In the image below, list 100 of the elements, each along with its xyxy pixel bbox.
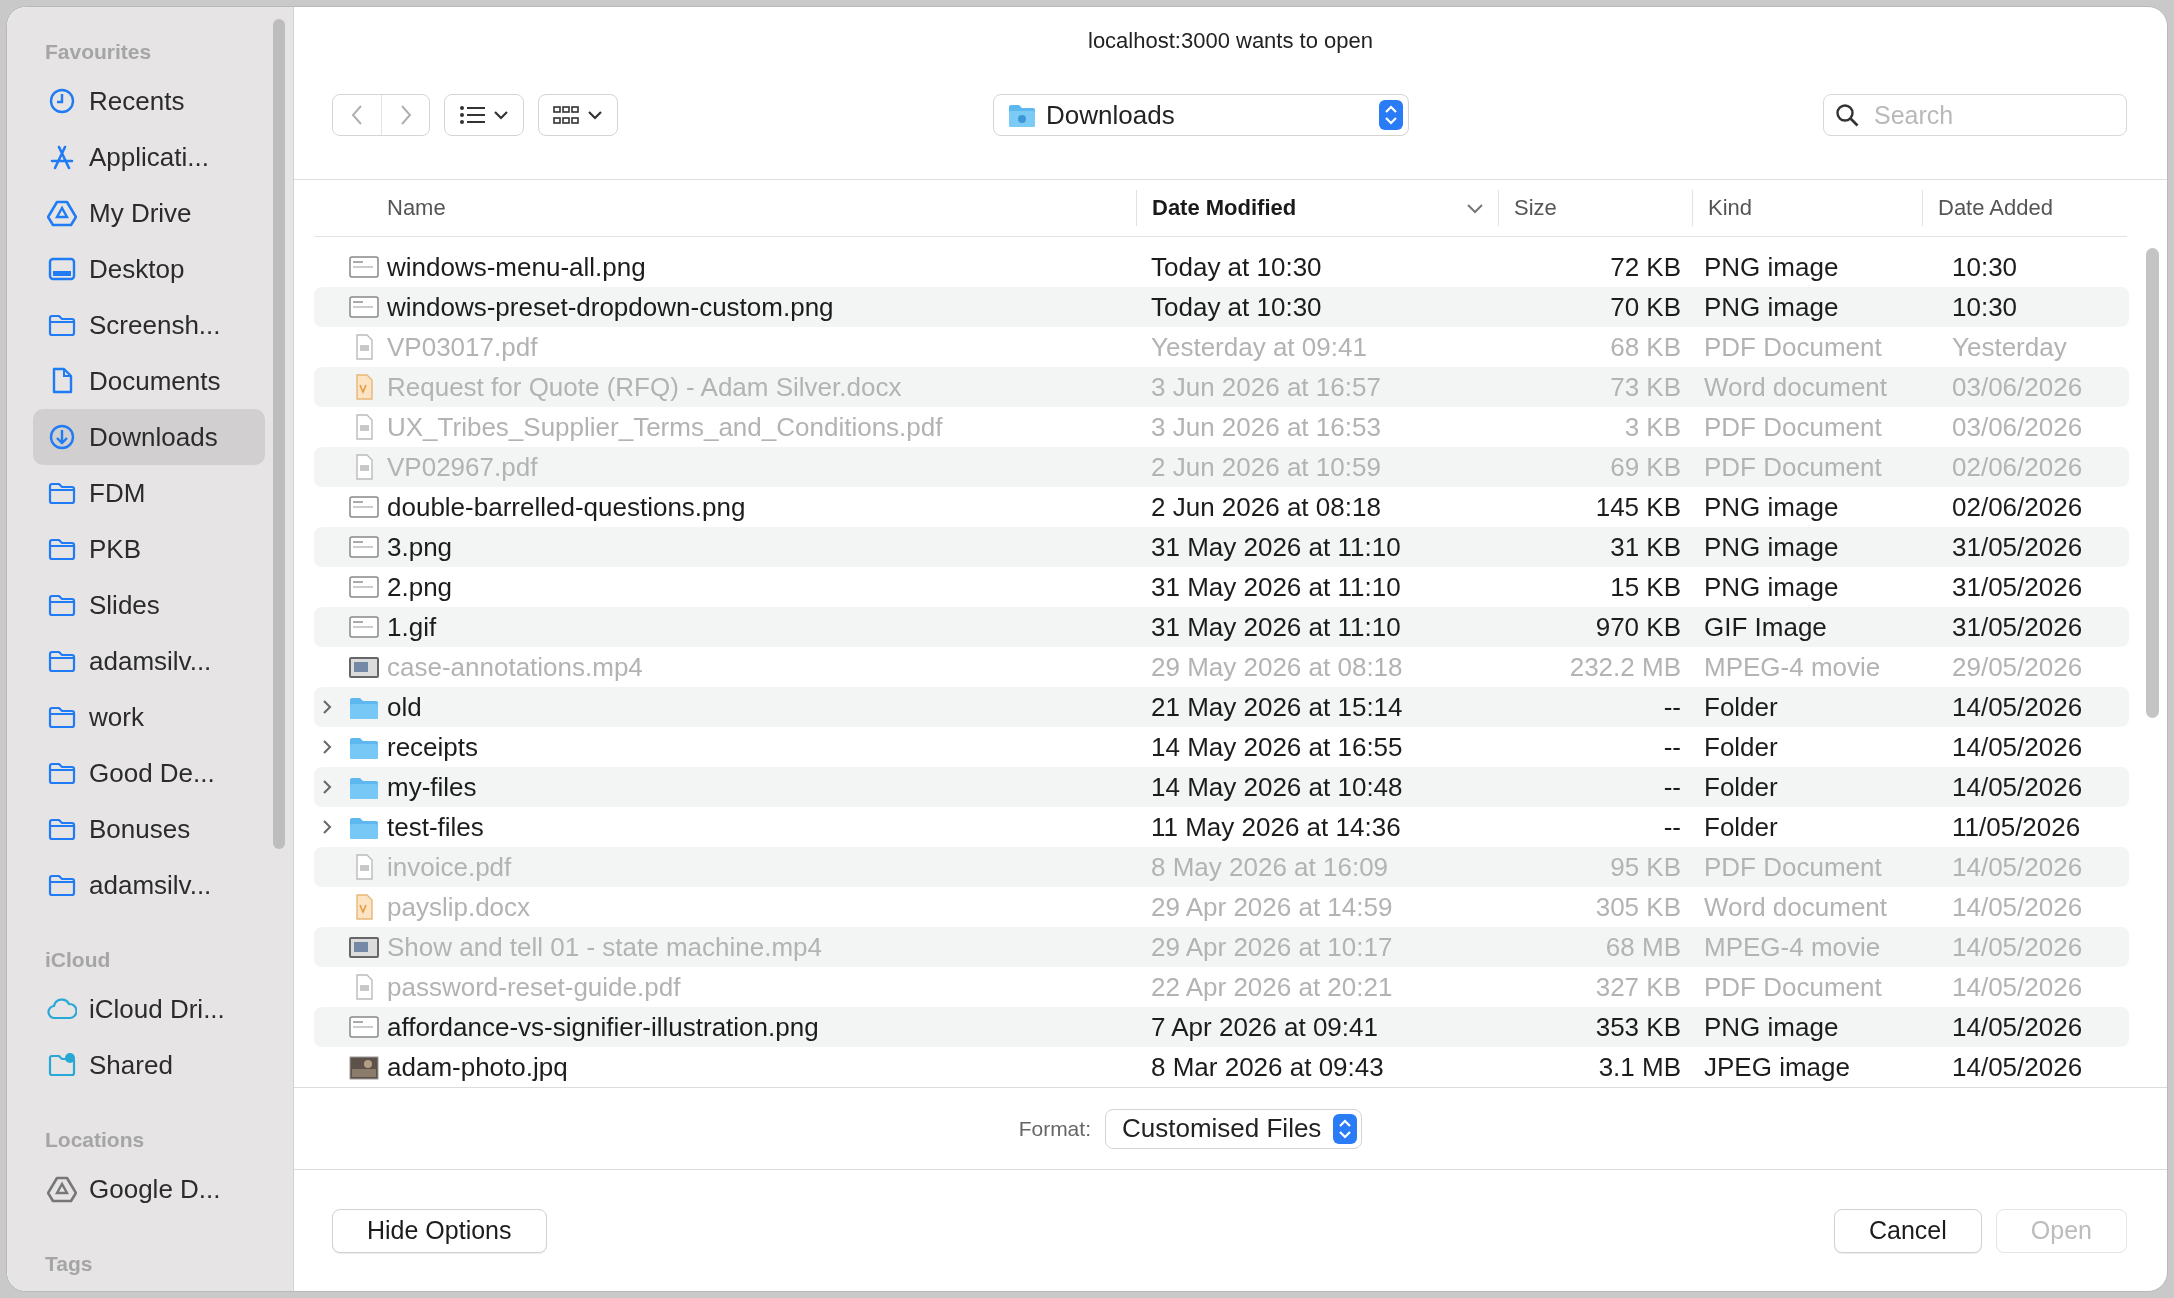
download-icon xyxy=(47,422,77,452)
date-modified: 31 May 2026 at 11:10 xyxy=(1151,611,1402,643)
file-row[interactable]: test-files 11 May 2026 at 14:36 -- Folder 11/05/2026 xyxy=(314,807,2129,847)
file-size: -- xyxy=(1662,811,1681,843)
dialog-button[interactable]: Hide Options xyxy=(332,1208,547,1253)
file-row[interactable]: 2.png 31 May 2026 at 11:10 15 KB PNG image 31/05/2026 xyxy=(314,567,2129,607)
file-name: 3.png xyxy=(387,531,454,563)
image-file-icon xyxy=(348,493,380,521)
file-size: 305 KB xyxy=(1594,891,1681,923)
file-size: 95 KB xyxy=(1609,851,1681,883)
date-added: 31/05/2026 xyxy=(1951,611,2084,643)
file-row[interactable]: my-files 14 May 2026 at 10:48 -- Folder 14/05/2026 xyxy=(314,767,2129,807)
date-added: 03/06/2026 xyxy=(1951,371,2084,403)
sidebar-item[interactable]: Recents xyxy=(33,73,265,129)
sidebar-item[interactable]: Google D... xyxy=(33,1161,265,1217)
sidebar-item[interactable]: My Drive xyxy=(33,185,265,241)
file-row[interactable]: receipts 14 May 2026 at 16:55 -- Folder 14/05/2026 xyxy=(314,727,2129,767)
file-row[interactable]: 3.png 31 May 2026 at 11:10 31 KB PNG image 31/05/2026 xyxy=(314,527,2129,567)
file-row[interactable]: double-barrelled-questions.png 2 Jun 2026 at 08:18 145 KB PNG image 02/06/2026 xyxy=(314,487,2129,527)
date-added: 31/05/2026 xyxy=(1951,531,2084,563)
sidebar-item[interactable]: Screensh... xyxy=(33,297,265,353)
sidebar-item[interactable]: Downloads xyxy=(33,409,265,465)
column-header[interactable]: Date Added xyxy=(1922,190,2127,226)
location-dropdown[interactable]: Downloads xyxy=(993,94,1409,136)
scrollbar[interactable] xyxy=(273,19,285,849)
image-file-icon xyxy=(348,293,380,321)
file-name: UX_Tribes_Supplier_Terms_and_Conditions.pdf xyxy=(387,411,944,443)
date-modified: 2 Jun 2026 at 08:18 xyxy=(1151,491,1382,523)
file-row[interactable]: 1.gif 31 May 2026 at 11:10 970 KB GIF Image 31/05/2026 xyxy=(314,607,2129,647)
list-icon xyxy=(459,104,485,126)
date-added: 31/05/2026 xyxy=(1951,571,2084,603)
file-size: -- xyxy=(1662,771,1681,803)
sidebar-item[interactable]: Applicati... xyxy=(33,129,265,185)
list-view-button[interactable] xyxy=(444,94,524,136)
file-row[interactable]: windows-preset-dropdown-custom.png Today at 10:30 70 KB PNG image 10:30 xyxy=(314,287,2129,327)
column-header[interactable]: Size xyxy=(1498,190,1692,226)
search-icon xyxy=(1835,103,1859,127)
sidebar-item[interactable]: Bonuses xyxy=(33,801,265,857)
grid-view-button[interactable] xyxy=(538,94,618,136)
column-header[interactable]: Kind xyxy=(1692,190,1922,226)
date-added: 29/05/2026 xyxy=(1951,651,2084,683)
date-modified: 14 May 2026 at 10:48 xyxy=(1151,771,1404,803)
file-kind: PDF Document xyxy=(1703,331,1883,363)
date-added: 14/05/2026 xyxy=(1951,891,2084,923)
file-kind: Folder xyxy=(1703,771,1779,803)
drive-icon xyxy=(47,1174,77,1204)
file-kind: Folder xyxy=(1703,731,1779,763)
dialog-button[interactable]: Cancel xyxy=(1834,1208,1982,1253)
file-size: -- xyxy=(1662,731,1681,763)
column-header[interactable]: Name xyxy=(387,190,1136,226)
sidebar-item[interactable]: Documents xyxy=(33,353,265,409)
date-added: 14/05/2026 xyxy=(1951,971,2084,1003)
file-row[interactable]: windows-menu-all.png Today at 10:30 72 KB PNG image 10:30 xyxy=(314,247,2129,287)
date-added: 10:30 xyxy=(1951,291,2019,323)
scrollbar[interactable] xyxy=(2146,248,2159,718)
date-modified: 31 May 2026 at 11:10 xyxy=(1151,531,1402,563)
file-name: old xyxy=(387,691,423,723)
file-name: test-files xyxy=(387,811,485,843)
drive-icon xyxy=(47,198,77,228)
column-header[interactable]: Date Modified xyxy=(1136,190,1498,226)
section-heading: iCloud xyxy=(45,947,112,973)
format-dropdown[interactable]: Customised Files xyxy=(1104,1108,1363,1149)
file-name: windows-menu-all.png xyxy=(387,251,647,283)
file-name: 1.gif xyxy=(387,611,438,643)
search-field[interactable]: Search xyxy=(1823,94,2127,136)
file-size: 970 KB xyxy=(1594,611,1681,643)
sidebar-item[interactable]: Shared xyxy=(33,1037,265,1093)
file-name: Show and tell 01 - state machine.mp4 xyxy=(387,931,824,963)
sidebar-item[interactable]: adamsilv... xyxy=(33,633,265,689)
sidebar-item[interactable]: iCloud Dri... xyxy=(33,981,265,1037)
date-added: 14/05/2026 xyxy=(1951,691,2084,723)
file-kind: Word document xyxy=(1703,891,1889,923)
file-row[interactable]: old 21 May 2026 at 15:14 -- Folder 14/05/2026 xyxy=(314,687,2129,727)
file-kind: PNG image xyxy=(1703,571,1840,603)
date-modified: 7 Apr 2026 at 09:41 xyxy=(1151,1011,1379,1043)
sidebar-item[interactable]: PKB xyxy=(33,521,265,577)
grid-icon xyxy=(553,105,579,125)
file-kind: JPEG image xyxy=(1703,1051,1851,1083)
file-row[interactable]: affordance-vs-signifier-illustration.png 7 Apr 2026 at 09:41 353 KB PNG image 14/05/2026 xyxy=(314,1007,2129,1047)
file-name: invoice.pdf xyxy=(387,851,513,883)
file-size: 73 KB xyxy=(1609,371,1681,403)
file-size: -- xyxy=(1662,691,1681,723)
date-added: 11/05/2026 xyxy=(1951,811,2082,843)
sidebar-item[interactable]: Good De... xyxy=(33,745,265,801)
file-kind: PNG image xyxy=(1703,291,1840,323)
sidebar-item[interactable]: FDM xyxy=(33,465,265,521)
file-kind: PNG image xyxy=(1703,1011,1840,1043)
date-modified: 8 May 2026 at 16:09 xyxy=(1151,851,1390,883)
file-row[interactable]: adam-photo.jpq 8 Mar 2026 at 09:43 3.1 MB JPEG image 14/05/2026 xyxy=(314,1047,2129,1087)
file-kind: PDF Document xyxy=(1703,851,1883,883)
file-size: 72 KB xyxy=(1609,251,1681,283)
date-added: Yesterday xyxy=(1951,331,2068,363)
photo-thumbnail-icon xyxy=(348,1053,380,1081)
sidebar-item[interactable]: adamsilv... xyxy=(33,857,265,913)
sidebar-item[interactable]: work xyxy=(33,689,265,745)
stepper-icon xyxy=(1333,1113,1358,1144)
sidebar-item[interactable]: Slides xyxy=(33,577,265,633)
file-size: 327 KB xyxy=(1594,971,1681,1003)
date-modified: Today at 10:30 xyxy=(1151,291,1323,323)
sidebar-item[interactable]: Desktop xyxy=(33,241,265,297)
